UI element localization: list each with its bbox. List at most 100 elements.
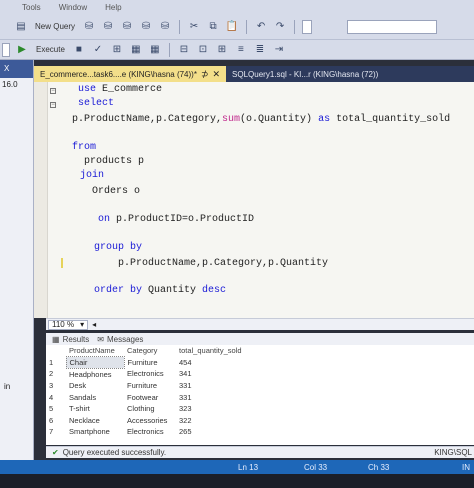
menu-item-tools[interactable]: Tools xyxy=(22,3,41,12)
mdx-query-icon[interactable]: ⛁ xyxy=(120,19,134,35)
sql-code-editor[interactable]: − − use E_commerceselect p.ProductName,p.… xyxy=(34,82,474,318)
table-cell[interactable]: 454 xyxy=(176,357,266,369)
close-tab-icon[interactable]: ✕ xyxy=(213,69,221,80)
app-status-bar: Ln 13 Col 33 Ch 33 IN xyxy=(0,460,474,474)
column-header[interactable]: Category xyxy=(124,345,176,357)
code-line[interactable]: on p.ProductID=o.ProductID xyxy=(98,214,254,225)
cut-icon[interactable]: ✂ xyxy=(187,19,201,35)
tab-sqlquery1[interactable]: SQLQuery1.sql - KI...r (KING\hasna (72)) xyxy=(226,66,384,82)
code-line[interactable]: order by Quantity desc xyxy=(94,285,226,296)
undo-icon[interactable]: ↶ xyxy=(254,19,268,35)
table-cell[interactable]: 265 xyxy=(176,426,266,438)
table-row[interactable]: 3 Desk Furniture 331 xyxy=(46,380,266,392)
table-cell[interactable]: Electronics xyxy=(124,368,176,380)
table-cell[interactable]: Sandals xyxy=(66,391,124,403)
line-number: Ln 13 xyxy=(238,462,259,472)
code-line[interactable]: products p xyxy=(84,156,144,167)
code-token: sum xyxy=(222,114,241,125)
tab-results[interactable]: ▦ Results xyxy=(52,335,89,344)
new-query-button[interactable]: New Query xyxy=(33,22,77,31)
editor-gutter xyxy=(34,82,48,318)
menu-item-help[interactable]: Help xyxy=(105,3,121,12)
table-row[interactable]: 7 Smartphone Electronics 265 xyxy=(46,426,266,438)
table-cell[interactable]: Headphones xyxy=(66,368,124,380)
uncomment-icon[interactable]: ≣ xyxy=(253,42,267,58)
query-options-icon[interactable]: ▦ xyxy=(129,42,143,58)
collapse-icon[interactable]: − xyxy=(50,102,56,108)
table-cell[interactable]: 341 xyxy=(176,368,266,380)
results-grid[interactable]: ProductName Category total_quantity_sold… xyxy=(46,345,474,445)
table-cell[interactable]: Furniture xyxy=(124,380,176,392)
code-line[interactable]: join xyxy=(80,170,104,181)
dmx-query-icon[interactable]: ⛁ xyxy=(139,19,153,35)
row-number: 1 xyxy=(49,357,54,367)
table-cell[interactable]: T-shirt xyxy=(66,403,124,415)
execute-icon[interactable]: ▶ xyxy=(15,42,29,58)
comment-icon[interactable]: ≡ xyxy=(234,42,248,58)
code-line[interactable]: Orders o xyxy=(92,186,140,197)
code-line[interactable]: from xyxy=(72,142,96,153)
table-cell[interactable]: Chair xyxy=(65,356,125,369)
code-line[interactable]: p.ProductName,p.Category,sum(o.Quantity)… xyxy=(72,114,450,125)
row-number: 4 xyxy=(49,392,54,402)
estimated-plan-icon[interactable]: ⊞ xyxy=(110,42,124,58)
table-cell[interactable]: Electronics xyxy=(124,426,176,438)
table-cell[interactable]: Clothing xyxy=(124,403,176,415)
analysis-query-icon[interactable]: ⛁ xyxy=(101,19,115,35)
table-row[interactable]: 2 Headphones Electronics 341 xyxy=(46,368,266,380)
table-row[interactable]: 5 T-shirt Clothing 323 xyxy=(46,403,266,415)
new-query-icon[interactable]: ▤ xyxy=(14,19,28,35)
zoom-dropdown[interactable]: 110 % ▾ xyxy=(48,319,89,330)
close-icon[interactable]: X xyxy=(4,64,9,73)
results-to-grid-icon[interactable]: ▦ xyxy=(148,42,162,58)
code-line[interactable]: p.ProductName,p.Category,p.Quantity xyxy=(118,258,328,269)
row-number: 6 xyxy=(49,415,54,425)
table-cell[interactable]: Furniture xyxy=(124,357,176,369)
table-cell[interactable]: 331 xyxy=(176,380,266,392)
code-token: total_quantity_sold xyxy=(330,114,451,125)
tab-messages[interactable]: ✉ Messages xyxy=(97,335,143,344)
table-row[interactable]: 4 Sandals Footwear 331 xyxy=(46,391,266,403)
table-row[interactable]: 6 Necklace Accessories 322 xyxy=(46,415,266,427)
code-line[interactable]: group by xyxy=(94,242,142,253)
database-selector[interactable] xyxy=(2,42,10,57)
table-cell[interactable]: 323 xyxy=(176,403,266,415)
copy-icon[interactable]: ⧉ xyxy=(206,19,220,35)
table-cell[interactable]: Desk xyxy=(66,380,124,392)
client-stats-icon[interactable]: ⊞ xyxy=(215,42,229,58)
menu-item-window[interactable]: Window xyxy=(59,3,87,12)
collapse-icon[interactable]: − xyxy=(50,88,56,94)
pin-icon[interactable]: ⊅ xyxy=(201,69,209,80)
row-number: 5 xyxy=(49,404,54,414)
paste-icon[interactable]: 📋 xyxy=(225,19,239,35)
table-cell[interactable]: 322 xyxy=(176,415,266,427)
code-line[interactable]: use E_commerce xyxy=(78,84,162,95)
table-cell[interactable]: Necklace xyxy=(66,415,124,427)
stop-icon[interactable]: ■ xyxy=(72,42,86,58)
table-cell[interactable]: Footwear xyxy=(124,391,176,403)
insert-mode: IN xyxy=(462,462,470,472)
xmla-query-icon[interactable]: ⛁ xyxy=(158,19,172,35)
include-plan-icon[interactable]: ⊟ xyxy=(177,42,191,58)
column-header[interactable]: total_quantity_sold xyxy=(176,345,266,357)
column-header[interactable]: ProductName xyxy=(66,345,124,357)
code-token: products p xyxy=(84,156,145,167)
database-query-icon[interactable]: ⛁ xyxy=(82,19,96,35)
indent-icon[interactable]: ⇥ xyxy=(272,42,286,58)
execute-button[interactable]: Execute xyxy=(34,45,67,54)
table-cell[interactable]: Smartphone xyxy=(66,426,124,438)
main-toolbar: ▤ New Query ⛁ ⛁ ⛁ ⛁ ⛁ ✂ ⧉ 📋 ↶ ↷ xyxy=(0,14,474,40)
code-token: p.ProductName,p.Category,p.Quantity xyxy=(118,258,329,269)
code-line[interactable]: select xyxy=(78,98,114,109)
code-token: desc xyxy=(202,285,227,296)
parse-icon[interactable]: ✓ xyxy=(91,42,105,58)
table-row[interactable]: 1 Chair Furniture 454 xyxy=(46,356,266,369)
live-stats-icon[interactable]: ⊡ xyxy=(196,42,210,58)
scroll-left-icon[interactable]: ◂ xyxy=(92,320,96,329)
table-cell[interactable]: Accessories xyxy=(124,415,176,427)
tab-ecommerce-query[interactable]: E_commerce...task6....e (KING\hasna (74)… xyxy=(34,66,227,82)
search-combo[interactable] xyxy=(347,19,438,34)
solution-config-dropdown[interactable] xyxy=(302,19,313,34)
redo-icon[interactable]: ↷ xyxy=(273,19,287,35)
table-cell[interactable]: 331 xyxy=(176,391,266,403)
